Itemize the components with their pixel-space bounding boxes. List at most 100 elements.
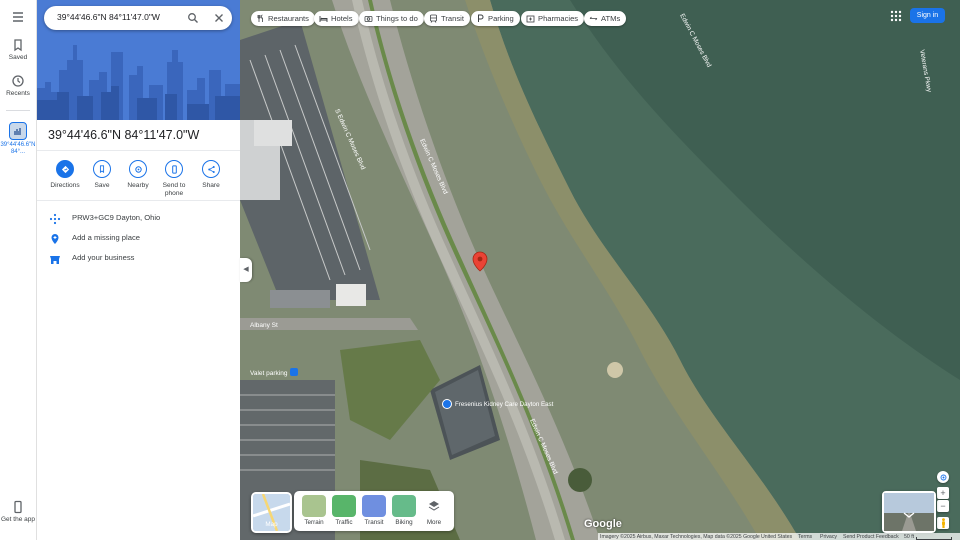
- minus-icon: −: [940, 501, 946, 511]
- divider: [37, 150, 240, 151]
- terrain-icon: [302, 495, 326, 517]
- parking-icon: [290, 368, 298, 376]
- google-apps-icon[interactable]: [889, 9, 903, 23]
- action-label: Save: [94, 182, 110, 189]
- hamburger-menu-icon: [13, 12, 23, 22]
- layer-label: More: [426, 519, 442, 526]
- country-link[interactable]: United States: [761, 534, 792, 540]
- chip-label: ATMs: [601, 14, 621, 23]
- send-to-phone-button[interactable]: Send to phone: [154, 160, 194, 198]
- chip-restaurants[interactable]: Restaurants: [251, 11, 315, 26]
- saved-label: Saved: [8, 54, 28, 61]
- zoom-in-button[interactable]: +: [937, 487, 949, 499]
- send-circle: [165, 160, 183, 178]
- send-feedback-link[interactable]: Send Product Feedback: [843, 534, 899, 540]
- chip-label: Transit: [441, 14, 464, 23]
- satellite-map[interactable]: S Edwin C Moses Blvd Edwin C Moses Blvd …: [240, 0, 960, 540]
- chip-label: Pharmacies: [538, 14, 579, 23]
- layers-panel: Terrain Traffic Transit Biking More: [294, 491, 454, 531]
- layer-label: Transit: [364, 519, 384, 526]
- add-place-icon: [51, 234, 59, 244]
- place-panel: 39°44'46.6"N 84°11'47.0"W Directions Sav…: [37, 0, 240, 540]
- action-label: Share: [202, 182, 220, 189]
- map-layer-toggle[interactable]: Map: [251, 492, 292, 533]
- chip-label: Hotels: [331, 14, 353, 23]
- my-location-button[interactable]: [937, 471, 949, 483]
- add-missing-place-row[interactable]: Add a missing place: [37, 231, 240, 247]
- nearby-button[interactable]: Nearby: [118, 160, 158, 190]
- chip-pharmacies[interactable]: Pharmacies: [521, 11, 585, 26]
- street-label: Albany St: [250, 322, 278, 329]
- sign-in-button[interactable]: Sign in: [910, 8, 945, 23]
- transit-icon: [362, 495, 386, 517]
- layer-traffic[interactable]: Traffic: [330, 495, 358, 526]
- divider: [37, 200, 240, 201]
- restaurant-icon: [256, 14, 265, 23]
- chip-parking[interactable]: Parking: [471, 11, 520, 26]
- layers-icon: [422, 495, 446, 517]
- share-circle: [202, 160, 220, 178]
- share-icon: [207, 165, 215, 173]
- recent-place-label: 39°44'46.6"N 84°...: [0, 142, 36, 155]
- chip-atms[interactable]: ATMs: [584, 11, 627, 26]
- bookmark-icon: [14, 39, 22, 52]
- transit-icon: [429, 14, 438, 23]
- my-location-icon: [940, 474, 946, 480]
- layer-more[interactable]: More: [420, 495, 448, 526]
- poi-label: Valet parking: [250, 370, 288, 377]
- left-rail: Saved Recents 39°44'46.6"N 84°... Get th…: [0, 0, 37, 540]
- share-button[interactable]: Share: [191, 160, 231, 190]
- recents-button[interactable]: Recents: [0, 74, 36, 97]
- close-icon[interactable]: [213, 12, 225, 24]
- phone-icon: [14, 500, 22, 514]
- chevron-left-icon: ◀: [243, 266, 249, 273]
- add-business-row[interactable]: Add your business: [37, 251, 240, 267]
- history-icon: [12, 75, 24, 87]
- directions-button[interactable]: Directions: [45, 160, 85, 190]
- directions-icon: [61, 165, 69, 173]
- directions-circle: [56, 160, 74, 178]
- google-logo: Google: [584, 518, 622, 530]
- plus-icon: +: [940, 488, 946, 498]
- traffic-icon: [332, 495, 356, 517]
- pegman-button[interactable]: [937, 517, 949, 529]
- chip-hotels[interactable]: Hotels: [314, 11, 359, 26]
- map-layer-label: Map: [265, 521, 278, 528]
- collapse-panel-button[interactable]: ◀: [240, 258, 252, 282]
- recent-place-item[interactable]: 39°44'46.6"N 84°...: [0, 122, 36, 156]
- phone-icon: [171, 164, 177, 174]
- chip-things-to-do[interactable]: Things to do: [359, 11, 424, 26]
- layer-terrain[interactable]: Terrain: [300, 495, 328, 526]
- imagery-attribution: Imagery ©2025 Airbus, Maxar Technologies…: [600, 533, 760, 540]
- layer-transit[interactable]: Transit: [360, 495, 388, 526]
- zoom-out-button[interactable]: −: [937, 500, 949, 512]
- menu-button[interactable]: [0, 10, 36, 26]
- layer-biking[interactable]: Biking: [390, 495, 418, 526]
- action-label: Directions: [50, 182, 80, 189]
- plus-code-text: PRW3+GC9 Dayton, Ohio: [72, 213, 161, 222]
- recent-place-thumbnail: [9, 122, 27, 140]
- search-input[interactable]: [55, 11, 179, 23]
- get-app-button[interactable]: Get the app: [0, 500, 36, 523]
- rail-divider: [6, 110, 30, 111]
- search-icon[interactable]: [187, 12, 199, 24]
- privacy-link[interactable]: Privacy: [820, 534, 837, 540]
- saved-button[interactable]: Saved: [0, 38, 36, 61]
- search-box[interactable]: [44, 6, 232, 30]
- nearby-icon: [134, 165, 142, 173]
- save-button[interactable]: Save: [82, 160, 122, 190]
- parking-icon: [476, 14, 485, 23]
- atm-icon: [589, 14, 598, 23]
- pegman-icon: [941, 518, 945, 528]
- place-title: 39°44'46.6"N 84°11'47.0"W: [48, 128, 200, 142]
- plus-code-row[interactable]: PRW3+GC9 Dayton, Ohio: [37, 211, 240, 227]
- get-app-label: Get the app: [1, 516, 35, 523]
- plus-code-icon: [49, 213, 61, 225]
- scale-label[interactable]: 50 ft: [904, 534, 914, 540]
- add-business-text: Add your business: [72, 253, 135, 262]
- chip-transit[interactable]: Transit: [424, 11, 470, 26]
- street-view-thumbnail[interactable]: [882, 491, 936, 533]
- action-label: Nearby: [127, 182, 149, 189]
- terms-link[interactable]: Terms: [798, 534, 812, 540]
- map-footer: Imagery ©2025 Airbus, Maxar Technologies…: [598, 533, 960, 540]
